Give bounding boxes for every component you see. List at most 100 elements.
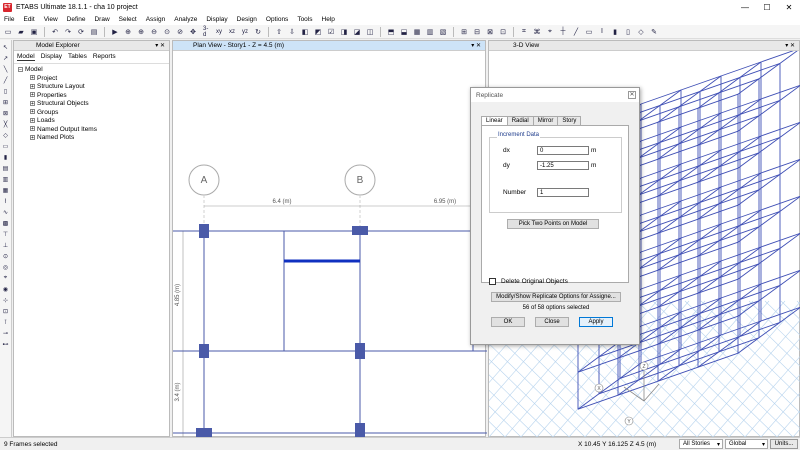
refresh-icon[interactable]: ⟳ bbox=[76, 27, 86, 37]
coord-system-selector[interactable]: Global ▾ bbox=[725, 439, 768, 449]
tree-item-root[interactable]: − Model bbox=[18, 66, 165, 75]
draw-frame-icon[interactable]: ╱ bbox=[571, 27, 581, 37]
dx-input[interactable]: 0 bbox=[537, 146, 589, 155]
dy-input[interactable]: -1.25 bbox=[537, 161, 589, 170]
options-icon[interactable]: ◩ bbox=[313, 27, 323, 37]
move-up-icon[interactable]: ⇧ bbox=[274, 27, 284, 37]
minimize-button[interactable]: — bbox=[734, 0, 756, 14]
collapse-icon[interactable]: − bbox=[18, 66, 23, 72]
draw-beam-tool-icon[interactable]: ╱ bbox=[1, 76, 10, 85]
set-display-icon[interactable]: ⬓ bbox=[399, 27, 409, 37]
expand-icon[interactable]: + bbox=[30, 134, 35, 140]
frame-forces-icon[interactable]: ⊞ bbox=[459, 27, 469, 37]
tree-item[interactable]: + Named Output Items bbox=[18, 126, 165, 135]
run-analysis-icon[interactable]: ▶ bbox=[110, 27, 120, 37]
quick-draw-icon[interactable]: ⊞ bbox=[1, 98, 10, 107]
menu-define[interactable]: Define bbox=[67, 16, 86, 23]
pin-close-icon[interactable]: ▾ ✕ bbox=[155, 42, 165, 49]
close-window-button[interactable]: ✕ bbox=[778, 0, 800, 14]
number-input[interactable]: 1 bbox=[537, 188, 589, 197]
menu-tools[interactable]: Tools bbox=[297, 16, 312, 23]
snap-perp-icon[interactable]: ⊺ bbox=[1, 318, 10, 327]
draw-grid-icon[interactable]: ▩ bbox=[1, 219, 10, 228]
ref-plane-icon[interactable]: ◎ bbox=[1, 263, 10, 272]
undeformed-icon[interactable]: ▥ bbox=[425, 27, 435, 37]
draw-beam-icon[interactable]: Ι bbox=[597, 27, 607, 37]
draw-section-icon[interactable]: ▭ bbox=[584, 27, 594, 37]
menu-options[interactable]: Options bbox=[266, 16, 288, 23]
deselect-icon[interactable]: ⌘ bbox=[532, 27, 542, 37]
draw-column-icon[interactable]: ▮ bbox=[610, 27, 620, 37]
draw-ramp-icon[interactable]: ▦ bbox=[1, 186, 10, 195]
select-all-icon[interactable]: ⌗ bbox=[519, 27, 529, 37]
menu-view[interactable]: View bbox=[44, 16, 58, 23]
elevation2-view-button[interactable]: yz bbox=[240, 27, 250, 37]
snap-icon[interactable]: ⌖ bbox=[545, 27, 555, 37]
section-cut-icon[interactable]: ⌖ bbox=[1, 274, 10, 283]
units-button[interactable]: Units... bbox=[770, 439, 798, 449]
expand-icon[interactable]: + bbox=[30, 83, 35, 89]
reshape-icon[interactable]: ↗ bbox=[1, 54, 10, 63]
tree-item[interactable]: + Loads bbox=[18, 117, 165, 126]
plan-view-window[interactable]: Plan View - Story1 - Z = 4.5 (m) ▾ ✕ A B… bbox=[172, 40, 487, 437]
draw-wall-icon[interactable]: ▯ bbox=[623, 27, 633, 37]
draw-area-icon[interactable]: ◇ bbox=[1, 131, 10, 140]
close-button[interactable]: Close bbox=[535, 317, 569, 327]
tree-item[interactable]: + Project bbox=[18, 75, 165, 84]
menu-display[interactable]: Display bbox=[206, 16, 227, 23]
zoom-restore-icon[interactable]: ⊘ bbox=[175, 27, 185, 37]
draw-dimension-icon[interactable]: ⊤ bbox=[1, 230, 10, 239]
tree-item[interactable]: + Structural Objects bbox=[18, 100, 165, 109]
deformed-icon[interactable]: ▧ bbox=[438, 27, 448, 37]
plan-view-button[interactable]: xy bbox=[214, 27, 224, 37]
save-icon[interactable]: ▣ bbox=[29, 27, 39, 37]
new-model-icon[interactable]: ▭ bbox=[3, 27, 13, 37]
explorer-tab-model[interactable]: Model bbox=[17, 53, 35, 61]
expand-icon[interactable]: + bbox=[30, 100, 35, 106]
object-shrink-icon[interactable]: ⬒ bbox=[386, 27, 396, 37]
undo-icon[interactable]: ↶ bbox=[50, 27, 60, 37]
check-icon[interactable]: ☑ bbox=[326, 27, 336, 37]
explorer-tab-display[interactable]: Display bbox=[41, 53, 62, 61]
rotate-icon[interactable]: ↻ bbox=[253, 27, 263, 37]
lock-icon[interactable]: ▤ bbox=[89, 27, 99, 37]
ok-button[interactable]: OK bbox=[491, 317, 525, 327]
expand-icon[interactable]: + bbox=[30, 109, 35, 115]
delete-original-checkbox[interactable] bbox=[489, 278, 496, 285]
shell-forces-icon[interactable]: ⊠ bbox=[485, 27, 495, 37]
pen-icon[interactable]: ✎ bbox=[649, 27, 659, 37]
grid-display-icon[interactable]: ▦ bbox=[412, 27, 422, 37]
draw-slab-icon[interactable]: ◇ bbox=[636, 27, 646, 37]
expand-icon[interactable]: + bbox=[30, 75, 35, 81]
expand-icon[interactable]: + bbox=[30, 117, 35, 123]
expand-icon[interactable]: + bbox=[30, 126, 35, 132]
zoom-in-icon[interactable]: ⊕ bbox=[136, 27, 146, 37]
plan-view-close-icon[interactable]: ▾ ✕ bbox=[471, 42, 481, 49]
snap-line-icon[interactable]: ⊸ bbox=[1, 329, 10, 338]
draw-link-icon[interactable]: ⌇ bbox=[1, 197, 10, 206]
menu-draw[interactable]: Draw bbox=[94, 16, 109, 23]
snap-point-icon[interactable]: ◉ bbox=[1, 285, 10, 294]
draw-brace-icon[interactable]: ⊠ bbox=[1, 109, 10, 118]
draw-wall-tool-icon[interactable]: ▮ bbox=[1, 153, 10, 162]
tree-item[interactable]: + Structure Layout bbox=[18, 83, 165, 92]
draw-opening-icon[interactable]: ▤ bbox=[1, 164, 10, 173]
apply-button[interactable]: Apply bbox=[579, 317, 613, 327]
zoom-out-icon[interactable]: ⊖ bbox=[149, 27, 159, 37]
explorer-tab-tables[interactable]: Tables bbox=[68, 53, 87, 61]
open-icon[interactable]: ▰ bbox=[16, 27, 26, 37]
tab-linear[interactable]: Linear bbox=[481, 116, 508, 125]
pick-two-points-button[interactable]: Pick Two Points on Model bbox=[507, 219, 599, 229]
snap-end-icon[interactable]: ⊹ bbox=[1, 296, 10, 305]
tree-item[interactable]: + Groups bbox=[18, 109, 165, 118]
snap-intersect-icon[interactable]: ⊡ bbox=[1, 307, 10, 316]
zoom-fit-icon[interactable]: ⊙ bbox=[162, 27, 172, 37]
table-icon[interactable]: ⊡ bbox=[498, 27, 508, 37]
menu-help[interactable]: Help bbox=[322, 16, 335, 23]
expand-icon[interactable]: + bbox=[30, 92, 35, 98]
tab-mirror[interactable]: Mirror bbox=[532, 116, 559, 125]
shade-icon[interactable]: ◨ bbox=[339, 27, 349, 37]
menu-assign[interactable]: Assign bbox=[146, 16, 166, 23]
tree-item[interactable]: + Properties bbox=[18, 92, 165, 101]
maximize-button[interactable]: ☐ bbox=[756, 0, 778, 14]
